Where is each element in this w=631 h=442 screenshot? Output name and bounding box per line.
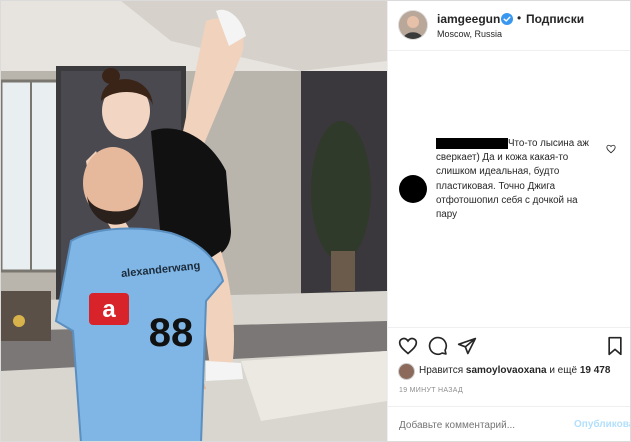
comment-icon[interactable]	[428, 336, 448, 356]
header-separator: •	[517, 11, 522, 25]
comment-like-heart-icon[interactable]	[606, 141, 616, 154]
post-header: iamgeegun • Подписки Moscow, Russia	[388, 1, 630, 51]
comment-text: Что-то лысина аж сверкает) Да и кожа как…	[436, 138, 589, 221]
share-icon[interactable]	[457, 336, 477, 356]
liker-avatar[interactable]	[399, 364, 414, 379]
jersey-number: 88	[149, 311, 194, 355]
publish-button[interactable]: Опубликовать	[574, 419, 630, 430]
jersey-letter: a	[102, 296, 116, 323]
post-photo[interactable]: a alexanderwang 88	[1, 1, 387, 441]
following-button[interactable]: Подписки	[526, 12, 584, 26]
comment-input[interactable]	[399, 417, 559, 433]
heart-icon[interactable]	[398, 336, 418, 356]
liker-username[interactable]: samoylovaoxana	[466, 365, 547, 376]
bookmark-icon[interactable]	[605, 336, 625, 356]
post-actions: Нравится samoylovaoxana и ещё 19 478 19 …	[388, 327, 630, 441]
post-frame: a alexanderwang 88 iamgeegun • Подписки …	[0, 0, 631, 442]
verified-badge-icon	[501, 12, 513, 25]
commenter-avatar[interactable]	[399, 175, 427, 203]
likes-count[interactable]: 19 478	[580, 365, 611, 376]
author-username[interactable]: iamgeegun	[437, 12, 500, 26]
post-location[interactable]: Moscow, Russia	[437, 29, 502, 39]
likes-prefix: Нравится	[419, 365, 464, 376]
post-sidebar: iamgeegun • Подписки Moscow, Russia Что-…	[387, 1, 630, 441]
likes-text[interactable]: Нравится samoylovaoxana и ещё 19 478	[419, 365, 610, 376]
author-avatar[interactable]	[399, 11, 427, 39]
add-comment-bar: Опубликовать	[388, 406, 630, 441]
photo-illustration: a alexanderwang 88	[1, 1, 387, 441]
likes-summary: Нравится samoylovaoxana и ещё 19 478	[399, 364, 629, 380]
comment-item: Что-то лысина аж сверкает) Да и кожа как…	[388, 131, 630, 231]
redacted-username	[436, 138, 508, 149]
likes-middle: и ещё	[549, 365, 578, 376]
post-timestamp[interactable]: 19 МИНУТ НАЗАД	[399, 387, 463, 394]
